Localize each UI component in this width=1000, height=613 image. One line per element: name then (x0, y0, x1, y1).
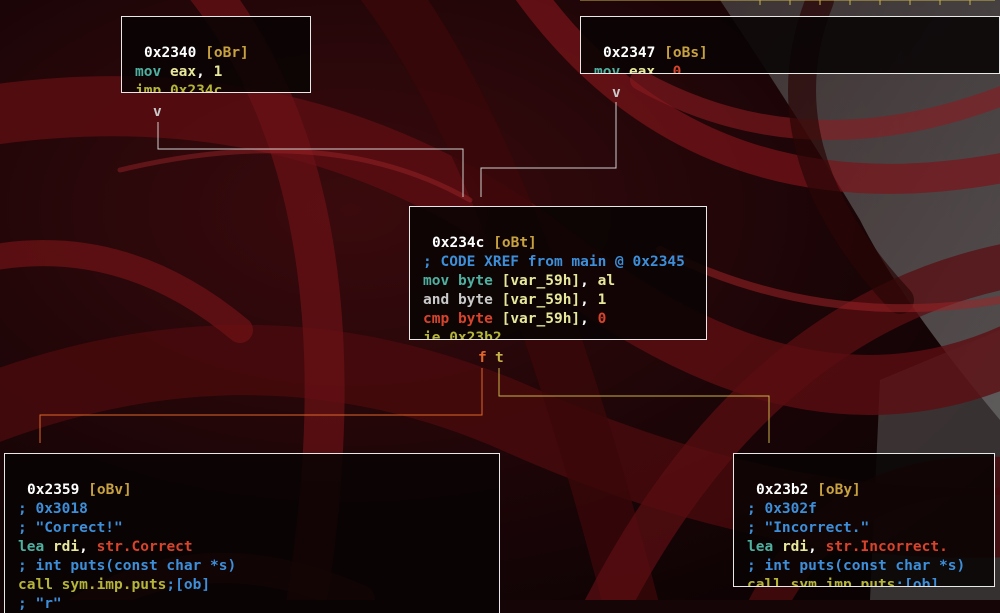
block-header: 0x2359 [oBv] (27, 482, 132, 498)
instr-line: cmp byte [var_59h], 0 (423, 311, 607, 327)
instr-line: call sym.imp.puts;[ob] (18, 577, 211, 593)
edge-2347-to-234c (480, 102, 617, 197)
instr-line: je 0x23b2 (423, 330, 502, 340)
block-0x2347[interactable]: 0x2347 [oBs] mov eax, 0 (580, 16, 1000, 74)
block-0x2340[interactable]: 0x2340 [oBr] mov eax, 1 jmp 0x234c (121, 16, 311, 93)
instr-line: lea rdi, str.Incorrect. (747, 539, 948, 555)
instr-line: mov byte [var_59h], al (423, 273, 616, 289)
comment-line: ; "r" (18, 596, 62, 612)
edge-arrow-v-left: v (153, 104, 162, 120)
instr-line: mov eax, 0 (594, 64, 682, 74)
instr-line: lea rdi, str.Correct (18, 539, 193, 555)
block-header: 0x23b2 [oBy] (756, 482, 861, 498)
block-header: 0x234c [oBt] (432, 235, 537, 251)
comment-line: ; 0x302f (747, 501, 817, 517)
instr-line: jmp 0x234c (135, 83, 223, 93)
block-header: 0x2340 [oBr] (144, 45, 249, 61)
instr-line: and byte [var_59h], 1 (423, 292, 607, 308)
comment-line: ; "Incorrect." (747, 520, 870, 536)
block-0x234c[interactable]: 0x234c [oBt] ; CODE XREF from main @ 0x23… (409, 206, 707, 340)
edge-arrow-v-right: v (612, 85, 621, 101)
edge-2340-to-234c (157, 122, 464, 197)
block-header: 0x2347 [oBs] (603, 45, 708, 61)
instr-line: call sym.imp.puts;[ob] (747, 577, 940, 587)
instr-line: mov eax, 1 (135, 64, 223, 80)
comment-line: ; 0x3018 (18, 501, 88, 517)
edge-false-to-2359 (39, 368, 483, 443)
comment-line: ; int puts(const char *s) (747, 558, 966, 574)
block-0x23b2[interactable]: 0x23b2 [oBy] ; 0x302f ; "Incorrect." lea rd… (733, 453, 995, 587)
block-0x2359[interactable]: 0x2359 [oBv] ; 0x3018 ; "Correct!" lea rdi,… (4, 453, 500, 613)
edge-label-true: t (495, 350, 504, 366)
comment-line: ; int puts(const char *s) (18, 558, 237, 574)
comment-line: ; "Correct!" (18, 520, 123, 536)
xref-comment: ; CODE XREF from main @ 0x2345 (423, 254, 685, 270)
edge-true-to-23b2 (498, 368, 770, 443)
edge-label-false: f (478, 350, 487, 366)
